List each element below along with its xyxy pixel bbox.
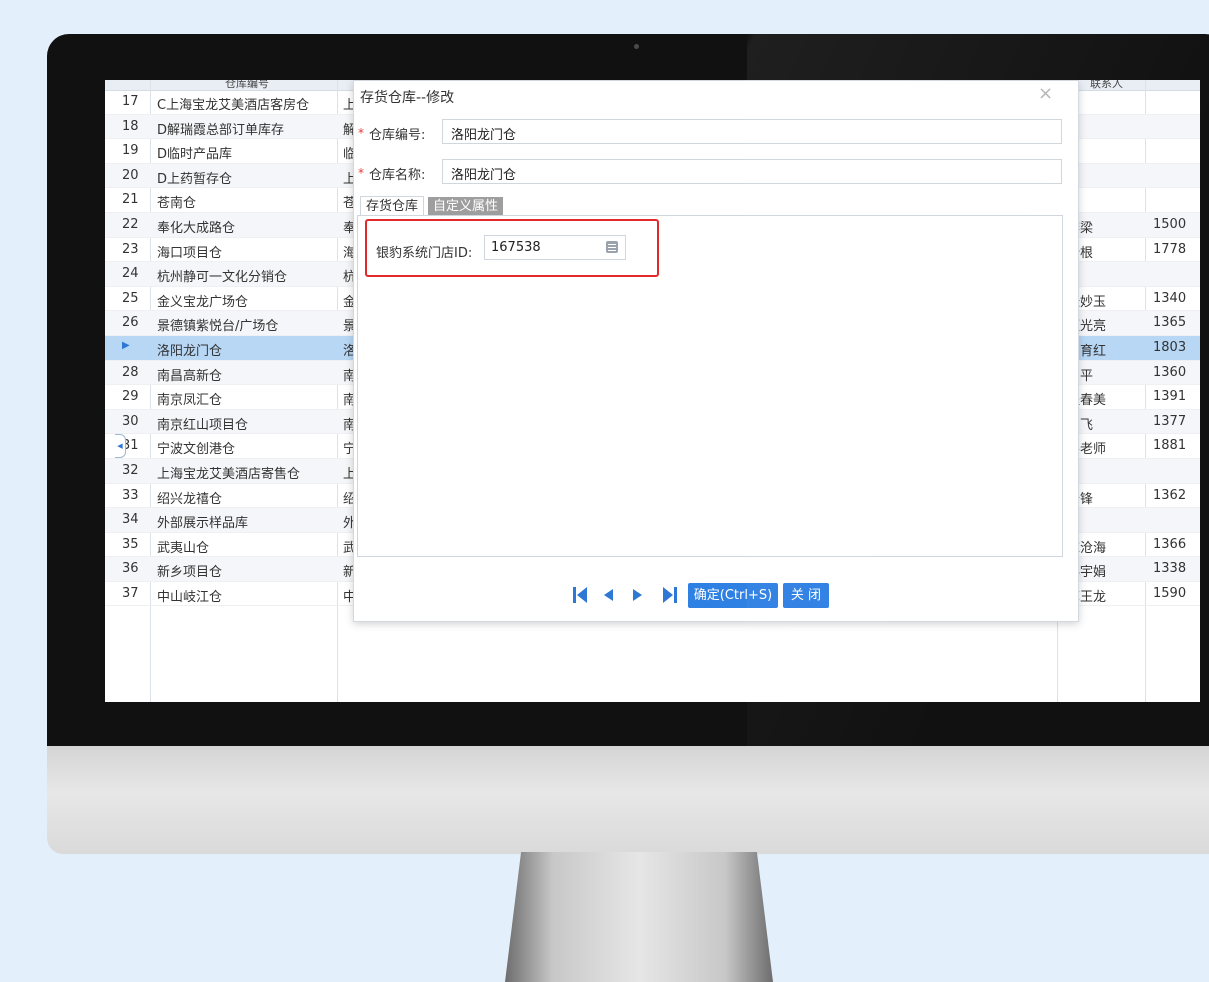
row-phone: 1803 xyxy=(1153,339,1187,355)
row-phone: 1590 xyxy=(1153,585,1187,601)
row-number: 32 xyxy=(122,462,139,478)
row-warehouse-code: 宁波文创港仓 xyxy=(157,442,236,458)
row-number: 29 xyxy=(122,389,139,405)
row-number: 26 xyxy=(122,315,139,331)
row-warehouse-code: 洛阳龙门仓 xyxy=(157,343,223,359)
row-phone: 1360 xyxy=(1153,364,1187,380)
row-number: 21 xyxy=(122,192,139,208)
row-warehouse-code: 南京凤汇仓 xyxy=(157,393,223,409)
dialog-title: 存货仓库--修改 xyxy=(360,90,455,106)
row-warehouse-code: D解瑞霞总部订单库存 xyxy=(157,122,285,138)
calculator-icon[interactable] xyxy=(606,241,618,253)
required-mark: * xyxy=(358,166,364,180)
tab-custom-attributes[interactable]: 自定义属性 xyxy=(428,197,504,216)
row-number: 28 xyxy=(122,364,139,380)
row-number: 20 xyxy=(122,167,139,183)
row-warehouse-code: 杭州静可一文化分销仓 xyxy=(157,270,288,286)
row-warehouse-code: 中山岐江仓 xyxy=(157,589,223,605)
row-warehouse-code: 新乡项目仓 xyxy=(157,565,223,581)
last-record-icon[interactable] xyxy=(662,586,678,604)
row-number: 37 xyxy=(122,585,139,601)
row-warehouse-code: 奉化大成路仓 xyxy=(157,220,236,236)
code-input[interactable]: 洛阳龙门仓 xyxy=(442,119,1062,144)
row-warehouse-code: 南昌高新仓 xyxy=(157,368,223,384)
row-number: 30 xyxy=(122,413,139,429)
next-record-icon[interactable] xyxy=(632,586,644,604)
row-number: 23 xyxy=(122,241,139,257)
row-warehouse-code: C上海宝龙艾美酒店客房仓 xyxy=(157,98,310,113)
row-phone: 1362 xyxy=(1153,487,1187,503)
row-warehouse-code: 海口项目仓 xyxy=(157,245,223,261)
confirm-button[interactable]: 确定(Ctrl+S) xyxy=(688,583,778,608)
row-phone: 1391 xyxy=(1153,389,1187,405)
close-icon[interactable]: × xyxy=(1038,85,1053,103)
code-label: 仓库编号: xyxy=(369,128,426,143)
row-warehouse-code: 南京红山项目仓 xyxy=(157,417,249,433)
first-record-icon[interactable] xyxy=(572,586,588,604)
tab-bar: 存货仓库 自定义属性 xyxy=(360,195,507,216)
row-phone: 1500 xyxy=(1153,216,1187,232)
row-phone: 1338 xyxy=(1153,561,1187,577)
row-warehouse-code: D临时产品库 xyxy=(157,147,233,163)
row-number: 24 xyxy=(122,266,139,282)
edit-dialog: 存货仓库--修改 × * 仓库编号: 洛阳龙门仓 * 仓库名称: 洛阳龙门仓 存… xyxy=(353,80,1079,622)
row-phone: 1340 xyxy=(1153,290,1187,306)
row-number: 22 xyxy=(122,216,139,232)
monitor-chin xyxy=(47,742,1209,854)
row-phone: 1377 xyxy=(1153,413,1187,429)
row-number: 18 xyxy=(122,118,139,134)
row-number: ▶ xyxy=(122,339,130,351)
row-warehouse-code: D上药暂存仓 xyxy=(157,171,233,187)
row-number: 36 xyxy=(122,561,139,577)
store-id-input[interactable]: 167538 xyxy=(484,235,626,260)
row-warehouse-code: 外部展示样品库 xyxy=(157,516,249,532)
name-row: * 仓库名称: 洛阳龙门仓 xyxy=(356,159,1072,186)
row-warehouse-code: 绍兴龙禧仓 xyxy=(157,491,223,507)
name-label: 仓库名称: xyxy=(369,168,426,183)
app-screen: 仓库编号 联系人 17 C上海宝龙艾美酒店客房仓上 18 D解瑞霞总部订单库存解 19 D… xyxy=(105,80,1200,702)
monitor-stand xyxy=(505,852,773,982)
row-warehouse-code: 武夷山仓 xyxy=(157,540,210,556)
row-warehouse-code: 苍南仓 xyxy=(157,196,197,212)
row-warehouse-code: 上海宝龙艾美酒店寄售仓 xyxy=(157,466,301,482)
row-phone: 1778 xyxy=(1153,241,1187,257)
row-number: 17 xyxy=(122,94,139,109)
prev-record-icon[interactable] xyxy=(602,586,614,604)
camera-dot xyxy=(634,44,639,49)
row-number: 34 xyxy=(122,512,139,528)
row-number: 19 xyxy=(122,143,139,159)
store-id-label: 银豹系统门店ID: xyxy=(376,246,473,261)
name-input[interactable]: 洛阳龙门仓 xyxy=(442,159,1062,184)
custom-attributes-panel: 银豹系统门店ID: 167538 xyxy=(357,215,1063,557)
row-phone: 1881 xyxy=(1153,438,1187,454)
row-number: 33 xyxy=(122,487,139,503)
monitor-bezel: 仓库编号 联系人 17 C上海宝龙艾美酒店客房仓上 18 D解瑞霞总部订单库存解 19 D… xyxy=(47,34,1209,746)
row-number: 35 xyxy=(122,536,139,552)
code-row: * 仓库编号: 洛阳龙门仓 xyxy=(356,119,1072,146)
row-number: 25 xyxy=(122,290,139,306)
row-phone: 1365 xyxy=(1153,315,1187,331)
row-warehouse-code: 金义宝龙广场仓 xyxy=(157,294,249,310)
close-button[interactable]: 关 闭 xyxy=(783,583,829,608)
row-warehouse-code: 景德镇紫悦台/广场仓 xyxy=(157,319,279,335)
collapse-arrow-icon[interactable]: ◀ xyxy=(115,434,126,458)
tab-warehouse[interactable]: 存货仓库 xyxy=(360,196,425,216)
row-phone: 1366 xyxy=(1153,536,1187,552)
required-mark: * xyxy=(358,126,364,140)
